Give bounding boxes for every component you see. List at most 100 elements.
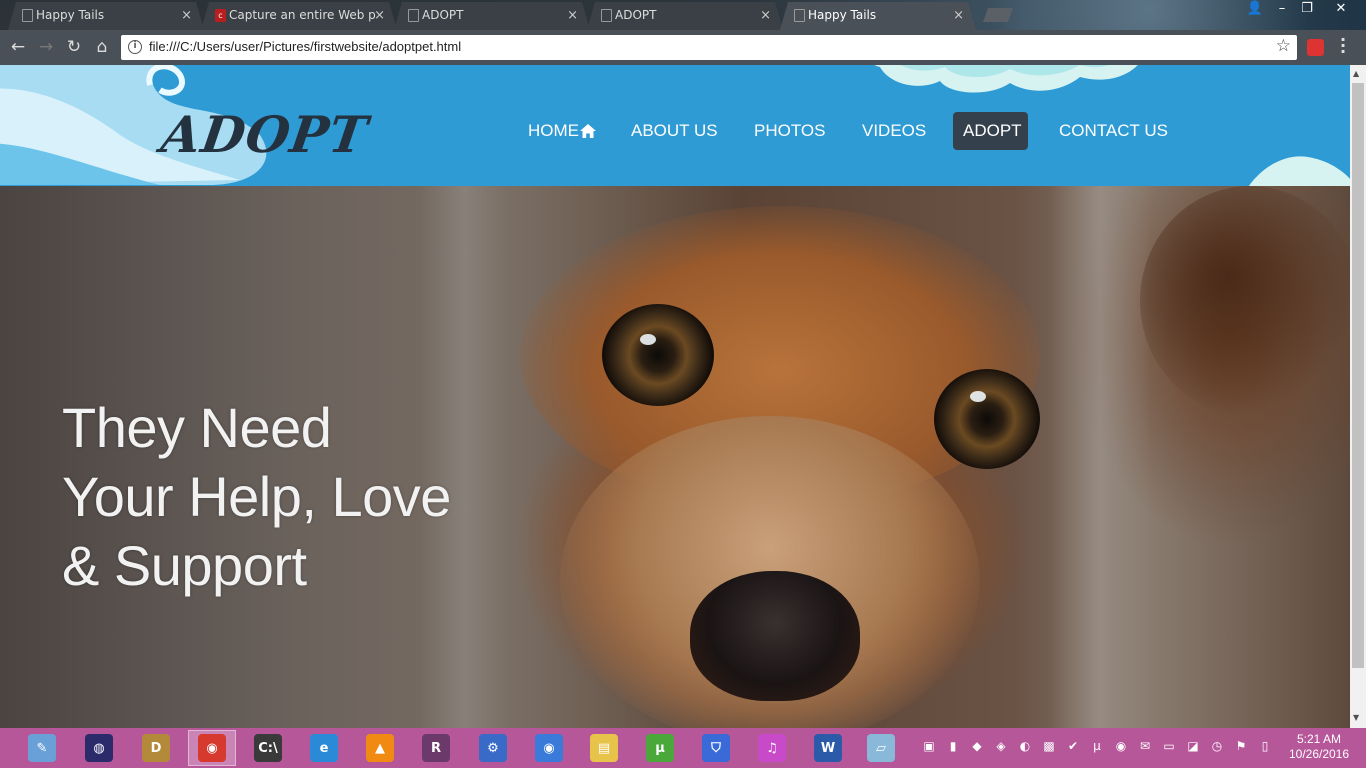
chromium-icon: ◉ (535, 734, 563, 762)
dosbox-icon: D (142, 734, 170, 762)
shield-icon: ⛉ (702, 734, 730, 762)
nav-home-label: HOME (528, 121, 579, 140)
url-text[interactable]: file:///C:/Users/user/Pictures/firstwebs… (149, 39, 461, 54)
chrome-icon: ◉ (198, 734, 226, 762)
tab-title: ADOPT (615, 8, 657, 22)
signal-icon[interactable]: ▮ (945, 739, 961, 757)
taskbar-chromium-button[interactable]: ◉ (525, 730, 573, 766)
cmd-icon: C:\ (254, 734, 282, 762)
utorrent-icon: µ (646, 734, 674, 762)
tab-title: Happy Tails (808, 8, 877, 22)
tab-happy-tails-1[interactable]: Happy Tails × (8, 2, 204, 30)
taskbar-notes-button[interactable]: ▱ (857, 730, 905, 766)
tab-adopt-2[interactable]: ADOPT × (587, 2, 783, 30)
tab-title: Happy Tails (36, 8, 105, 22)
taskbar-vlc-button[interactable]: ▲ (356, 730, 404, 766)
home-button-icon[interactable]: ⌂ (90, 35, 114, 59)
tray-app-icon[interactable]: ◈ (993, 739, 1009, 757)
tab-happy-tails-active[interactable]: Happy Tails × (780, 2, 976, 30)
menu-icon[interactable]: · · · (1340, 32, 1346, 60)
clock-date: 10/26/2016 (1288, 747, 1350, 761)
hero-line-2: Your Help, Love (62, 465, 451, 528)
page-icon (408, 9, 419, 22)
back-arrow-icon[interactable]: ← (6, 35, 30, 59)
nav-about-us[interactable]: ABOUT US (621, 112, 728, 150)
site-logo[interactable]: ADOPT (158, 105, 372, 164)
taskbar-explorer-button[interactable]: ▤ (580, 730, 628, 766)
home-icon (580, 124, 596, 138)
tab-close-icon[interactable]: × (181, 8, 192, 23)
tab-close-icon[interactable]: × (953, 8, 964, 23)
capture-icon: c (215, 9, 226, 22)
utorrent-tray-icon[interactable]: µ (1089, 739, 1105, 757)
taskbar-ie-button[interactable]: e (300, 730, 348, 766)
close-window-button[interactable]: ✕ (1326, 0, 1356, 18)
tray-app-icon[interactable]: ✉ (1137, 739, 1153, 757)
word-icon: W (814, 734, 842, 762)
nav-photos[interactable]: PHOTOS (744, 112, 835, 150)
nav-videos[interactable]: VIDEOS (852, 112, 936, 150)
taskbar-cmd-button[interactable]: C:\ (244, 730, 292, 766)
tab-capture[interactable]: c Capture an entire Web p × (201, 2, 397, 30)
scroll-down-icon[interactable]: ▼ (1353, 713, 1359, 722)
system-clock[interactable]: 5:21 AM 10/26/2016 (1284, 732, 1354, 762)
taskbar-dosbox-button[interactable]: D (132, 730, 180, 766)
hero-line-1: They Need (62, 396, 332, 459)
info-icon[interactable]: i (128, 40, 142, 54)
nav-adopt[interactable]: ADOPT (953, 112, 1028, 150)
tray-app-icon[interactable]: ▣ (921, 739, 937, 757)
winrar-icon: R (422, 734, 450, 762)
tab-close-icon[interactable]: × (760, 8, 771, 23)
tray-app-icon[interactable]: ◆ (969, 739, 985, 757)
itunes-icon: ♫ (758, 734, 786, 762)
taskbar-winrar-button[interactable]: R (412, 730, 460, 766)
battery-icon[interactable]: ▯ (1257, 739, 1273, 757)
tray-app-icon[interactable]: ◉ (1113, 739, 1129, 757)
tab-adopt-1[interactable]: ADOPT × (394, 2, 590, 30)
page-icon (22, 9, 33, 22)
new-tab-button[interactable] (983, 8, 1013, 22)
taskbar-utorrent-button[interactable]: µ (636, 730, 684, 766)
page-icon (601, 9, 612, 22)
cloud-decoration (1248, 156, 1350, 186)
bookmark-star-icon[interactable]: ☆ (1276, 36, 1291, 56)
scroll-up-icon[interactable]: ▲ (1353, 69, 1359, 78)
flag-icon[interactable]: ⚑ (1233, 739, 1249, 757)
monitor-icon[interactable]: ▭ (1161, 739, 1177, 757)
nav-home[interactable]: HOME (518, 112, 606, 150)
clock-time: 5:21 AM (1296, 732, 1342, 746)
address-bar[interactable]: i file:///C:/Users/user/Pictures/firstwe… (121, 35, 1297, 60)
nvidia-icon[interactable]: ◪ (1185, 739, 1201, 757)
tab-close-icon[interactable]: × (374, 8, 385, 23)
eclipse-icon: ◍ (85, 734, 113, 762)
hero-line-3: & Support (62, 534, 307, 597)
cloud-decoration (874, 65, 1138, 93)
explorer-icon: ▤ (590, 734, 618, 762)
nav-contact-us[interactable]: CONTACT US (1049, 112, 1178, 150)
taskbar-paint-button[interactable]: ✎ (18, 730, 66, 766)
site-header: ADOPT HOME ABOUT US PHOTOS VIDEOS ADOPT … (0, 65, 1350, 186)
taskbar-word-button[interactable]: W (804, 730, 852, 766)
tray-app-icon[interactable]: ▩ (1041, 739, 1057, 757)
taskbar-tool-button[interactable]: ⚙ (469, 730, 517, 766)
page-viewport: ADOPT HOME ABOUT US PHOTOS VIDEOS ADOPT … (0, 65, 1350, 728)
taskbar-chrome-button[interactable]: ◉ (188, 730, 236, 766)
page-icon (794, 9, 805, 22)
taskbar-itunes-button[interactable]: ♫ (748, 730, 796, 766)
restore-button[interactable]: ❐ (1292, 0, 1322, 18)
tab-close-icon[interactable]: × (567, 8, 578, 23)
profile-icon[interactable]: 👤 (1240, 0, 1270, 18)
reload-icon[interactable]: ↻ (62, 35, 86, 59)
clock-tray-icon[interactable]: ◷ (1209, 739, 1225, 757)
ie-icon: e (310, 734, 338, 762)
forward-arrow-icon[interactable]: → (34, 35, 58, 59)
scrollbar-thumb[interactable] (1352, 83, 1364, 668)
taskbar-shield-button[interactable]: ⛉ (692, 730, 740, 766)
extension-icon[interactable] (1307, 39, 1324, 56)
tray-app-icon[interactable]: ◐ (1017, 739, 1033, 757)
check-icon[interactable]: ✔ (1065, 739, 1081, 757)
taskbar-eclipse-button[interactable]: ◍ (75, 730, 123, 766)
vlc-icon: ▲ (366, 734, 394, 762)
paint-icon: ✎ (28, 734, 56, 762)
vertical-scrollbar[interactable]: ▲ ▼ (1350, 65, 1366, 728)
